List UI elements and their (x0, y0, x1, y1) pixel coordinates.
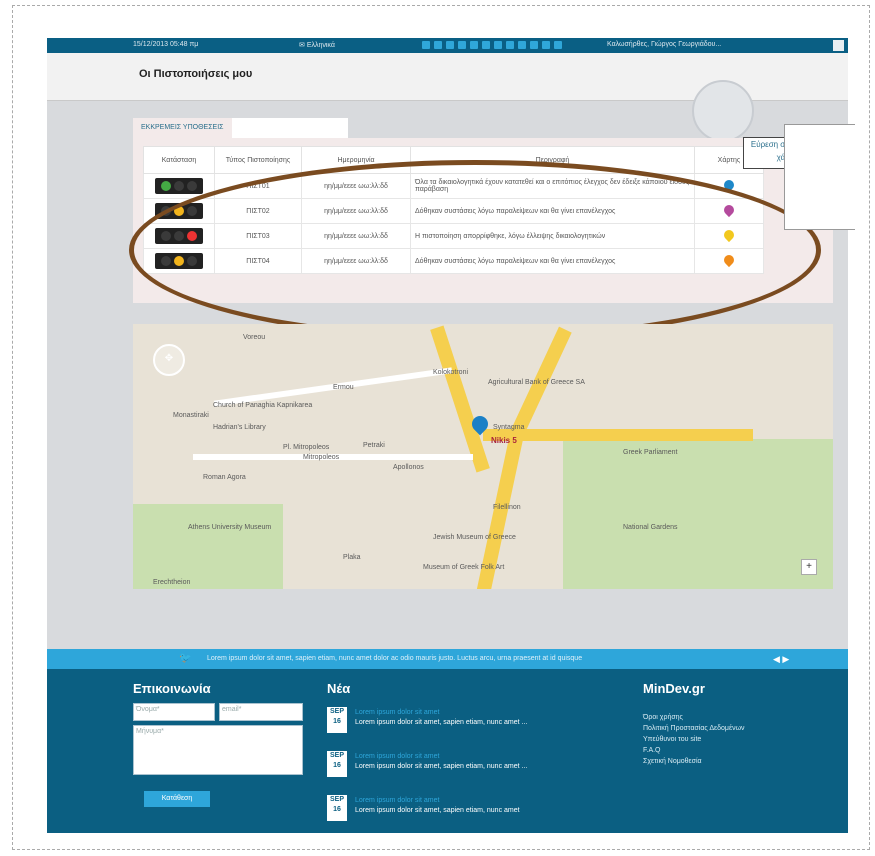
tab-second[interactable] (231, 118, 348, 138)
print-icon[interactable] (494, 41, 502, 49)
map-street-label: National Gardens (623, 524, 678, 531)
map-street-label: Jewish Museum of Greece (433, 534, 516, 541)
news-text: Lorem ipsum dolor sit amet, sapien etiam… (355, 719, 528, 726)
calendar-icon: SEP 16 (327, 707, 347, 733)
footer-link[interactable]: Σχετική Νομοθεσία (643, 756, 745, 767)
map-street-label: Agricultural Bank of Greece SA (488, 379, 585, 386)
header-status: Κατάσταση (143, 146, 215, 174)
share-icon[interactable] (482, 41, 490, 49)
map-street-label: Church of Panaghia Kapnikarea (213, 402, 313, 409)
map-street-label: Apollonos (393, 464, 424, 471)
map-pin-label: Nikis 5 (491, 436, 517, 445)
footer-link[interactable]: F.A.Q (643, 745, 745, 756)
greek-emblem-icon (692, 80, 754, 142)
map-street-label: Kolokotroni (433, 369, 469, 376)
map-street-label: Mitropoleos (303, 454, 340, 461)
footer-link[interactable]: Πολιτική Προστασίας Δεδομένων (643, 723, 745, 734)
traffic-light-icon (155, 178, 203, 194)
site-title: MinDev.gr (643, 681, 705, 696)
footer-link[interactable]: Υπεύθυνοι του site (643, 734, 745, 745)
twitter-icon[interactable]: 🐦 (179, 649, 191, 669)
tabs: ΕΚΚΡΕΜΕΙΣ ΥΠΟΘΕΣΕΙΣ (133, 118, 348, 140)
map-street-label: Filellinon (493, 504, 521, 511)
social-icons (422, 41, 562, 49)
map[interactable]: ✥ Nikis 5 + Voreou Church of Panaghia Kap… (133, 324, 833, 589)
map-street-label: Roman Agora (203, 474, 246, 481)
speech-bubble (784, 124, 855, 230)
map-street-label: Monastiraki (173, 412, 209, 419)
page: 15/12/2013 05:48 πμ ✉ Ελληνικά Καλωσήρθε… (47, 38, 848, 833)
twitter-ticker: 🐦 Lorem ipsum dolor sit amet, sapien eti… (47, 649, 848, 669)
news-text: Lorem ipsum dolor sit amet, sapien etiam… (355, 807, 520, 814)
news-month: SEP (329, 752, 344, 759)
flickr-icon[interactable] (542, 41, 550, 49)
news-day: 16 (333, 806, 341, 813)
email-field[interactable]: email* (219, 703, 303, 721)
highlight-oval (129, 160, 821, 340)
news-item[interactable]: SEP 16 Lorem ipsum dolor sit amet Lorem ips… (327, 795, 627, 825)
news-day: 16 (333, 718, 341, 725)
tab-pending-cases[interactable]: ΕΚΚΡΕΜΕΙΣ ΥΠΟΘΕΣΕΙΣ (133, 118, 232, 140)
header-type: Τύπος Πιστοποίησης (214, 146, 302, 174)
road-main (430, 325, 490, 473)
email-icon[interactable] (446, 41, 454, 49)
name-field[interactable]: Όνομα* (133, 703, 215, 721)
twitter-icon[interactable] (434, 41, 442, 49)
map-street-label: Syntagma (493, 424, 525, 431)
calendar-icon: SEP 16 (327, 795, 347, 821)
news-title-link[interactable]: Lorem ipsum dolor sit amet (355, 797, 439, 804)
linkedin-icon[interactable] (470, 41, 478, 49)
acropolis-park-area (133, 504, 283, 589)
footer-link[interactable]: Όροι χρήσης (643, 712, 745, 723)
national-gardens-area (563, 439, 833, 589)
news-text: Lorem ipsum dolor sit amet, sapien etiam… (355, 763, 528, 770)
font-icon[interactable] (518, 41, 526, 49)
facebook-icon[interactable] (422, 41, 430, 49)
map-street-label: Erechtheion (153, 579, 191, 586)
map-pan-control[interactable]: ✥ (153, 344, 185, 376)
footer: Επικοινωνία Όνομα* email* Μήνυμα* Κατάθε… (47, 669, 848, 833)
news-item[interactable]: SEP 16 Lorem ipsum dolor sit amet Lorem ips… (327, 751, 627, 781)
map-street-label: Voreou (243, 334, 266, 341)
map-street-label: Hadrian's Library (213, 424, 266, 431)
ticker-nav-arrows[interactable]: ◀ ▶ (773, 649, 789, 669)
submit-button[interactable]: Κατάθεση (144, 791, 210, 807)
message-field[interactable]: Μήνυμα* (133, 725, 303, 775)
avatar[interactable] (833, 40, 844, 51)
news-title-link[interactable]: Lorem ipsum dolor sit amet (355, 709, 439, 716)
language-label: Ελληνικά (306, 42, 335, 49)
news-title: Νέα (327, 681, 351, 696)
footer-links: Όροι χρήσης Πολιτική Προστασίας Δεδομένων… (643, 712, 745, 767)
map-street-label: Plaka (343, 554, 361, 561)
news-title-link[interactable]: Lorem ipsum dolor sit amet (355, 753, 439, 760)
map-street-label: Petraki (363, 442, 385, 449)
user-greeting[interactable]: Καλωσήρθες, Γιώργος Γεωργιάδου... (607, 41, 721, 48)
zoom-in-button[interactable]: + (801, 559, 817, 575)
contact-title: Επικοινωνία (133, 681, 211, 696)
language-selector[interactable]: ✉ Ελληνικά (299, 41, 335, 49)
map-street-label: Museum of Greek Folk Art (423, 564, 505, 571)
link-icon[interactable] (554, 41, 562, 49)
calendar-icon: SEP 16 (327, 751, 347, 777)
news-month: SEP (329, 708, 344, 715)
datetime: 15/12/2013 05:48 πμ (133, 41, 199, 48)
map-street-label: Greek Parliament (623, 449, 678, 456)
page-title: Οι Πιστοποιήσεις μου (139, 68, 253, 80)
rss-icon[interactable] (458, 41, 466, 49)
map-street-label: Ermou (333, 384, 354, 391)
news-day: 16 (333, 762, 341, 769)
news-item[interactable]: SEP 16 Lorem ipsum dolor sit amet Lorem ips… (327, 707, 627, 737)
contrast-icon[interactable] (530, 41, 538, 49)
settings-icon[interactable] (506, 41, 514, 49)
map-street-label: Athens University Museum (188, 524, 272, 531)
news-month: SEP (329, 796, 344, 803)
ticker-text: Lorem ipsum dolor sit amet, sapien etiam… (207, 655, 583, 662)
top-bar: 15/12/2013 05:48 πμ ✉ Ελληνικά Καλωσήρθε… (47, 38, 848, 53)
map-street-label: Pl. Mitropoleos (283, 444, 330, 451)
